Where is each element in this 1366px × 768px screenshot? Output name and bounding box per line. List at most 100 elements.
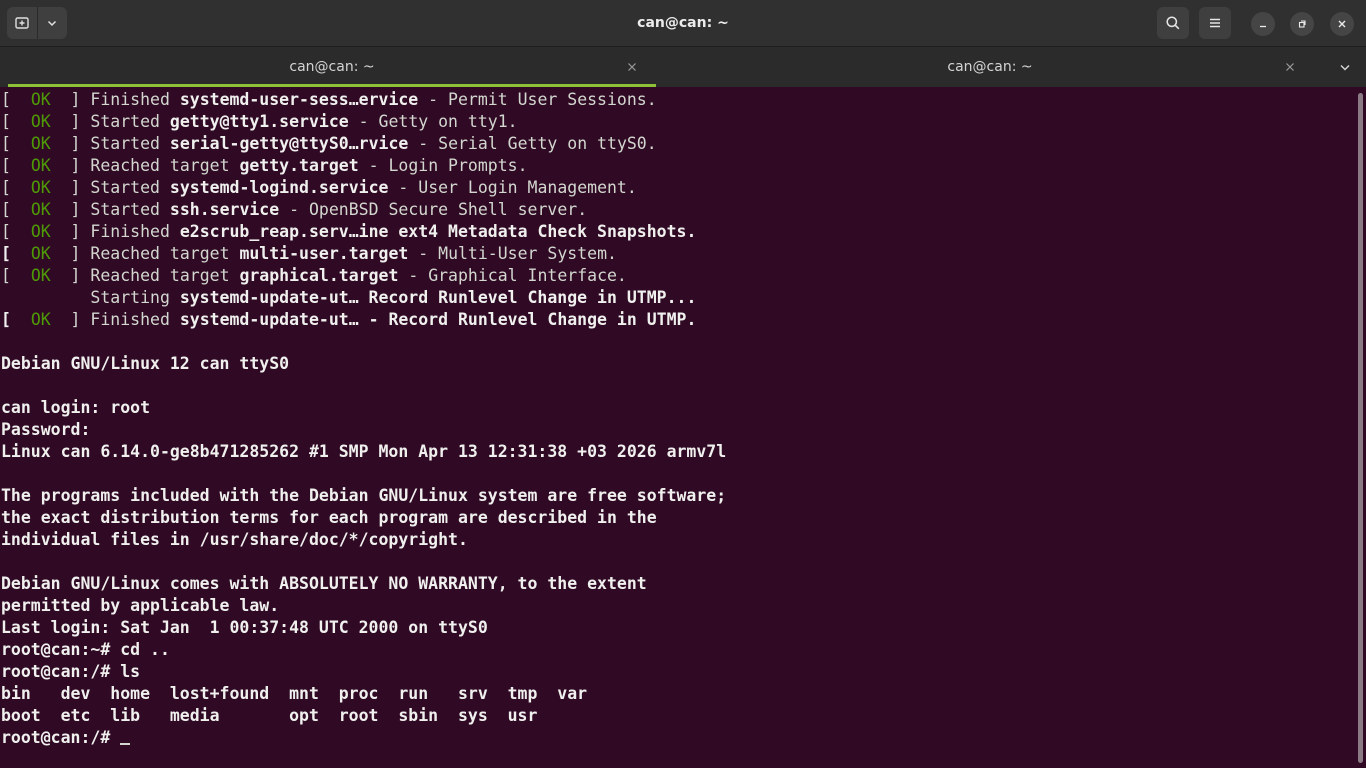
terminal-text-segment: ] Started bbox=[50, 178, 170, 197]
terminal-line: The programs included with the Debian GN… bbox=[1, 485, 1354, 507]
terminal-text-segment: root@can:~# cd .. bbox=[1, 640, 170, 659]
terminal-line: Linux can 6.14.0-ge8b471285262 #1 SMP Mo… bbox=[1, 441, 1354, 463]
status-ok-text: OK bbox=[30, 222, 51, 241]
tab-terminal-2[interactable]: can@can: ~ bbox=[666, 47, 1314, 87]
terminal-text-segment: systemd-logind.service bbox=[169, 178, 389, 197]
tabs-overview-button[interactable] bbox=[1334, 56, 1356, 78]
chevron-down-icon bbox=[48, 20, 57, 27]
terminal-text-segment: ] Reached target bbox=[50, 266, 240, 285]
status-ok-text: OK bbox=[30, 310, 51, 329]
chevron-down-icon bbox=[1340, 64, 1350, 71]
new-tab-button[interactable] bbox=[7, 7, 37, 39]
terminal-text-segment: [ bbox=[1, 222, 31, 241]
terminal-text-segment: root@can:/# ls bbox=[1, 662, 141, 681]
terminal-text-segment: the exact distribution terms for each pr… bbox=[1, 508, 657, 527]
terminal-line: Debian GNU/Linux 12 can ttyS0 bbox=[1, 353, 1354, 375]
terminal-output[interactable]: [ OK ] Finished systemd-user-sess…ervice… bbox=[0, 89, 1354, 768]
terminal-text-segment: individual files in /usr/share/doc/*/cop… bbox=[1, 530, 468, 549]
terminal-line: root@can:~# cd .. bbox=[1, 639, 1354, 661]
terminal-text-segment: e2scrub_reap.serv…ine ext4 Metadata Chec… bbox=[179, 222, 697, 241]
scrollbar-thumb[interactable] bbox=[1358, 93, 1363, 763]
terminal-text-segment: Linux can 6.14.0-ge8b471285262 #1 SMP Mo… bbox=[1, 442, 727, 461]
terminal-text-segment: multi-user.target bbox=[239, 244, 409, 263]
terminal-cursor bbox=[120, 743, 131, 745]
terminal-text-segment: [ bbox=[1, 90, 31, 109]
terminal-line: bin dev home lost+found mnt proc run srv… bbox=[1, 683, 1354, 705]
terminal-text-segment: Debian GNU/Linux comes with ABSOLUTELY N… bbox=[1, 574, 647, 593]
hamburger-menu-icon bbox=[1210, 18, 1220, 28]
terminal-text: [ OK ] Finished systemd-user-sess…ervice… bbox=[0, 89, 1354, 749]
status-ok-text: OK bbox=[30, 90, 51, 109]
terminal-text-segment: [ bbox=[1, 266, 31, 285]
tab-close-button[interactable] bbox=[622, 57, 642, 77]
terminal-text-segment: graphical.target bbox=[239, 266, 399, 285]
tab-terminal-1[interactable]: can@can: ~ bbox=[8, 47, 656, 87]
title-bar: can@can: ~ bbox=[0, 0, 1366, 47]
terminal-text-segment: - Multi-User System. bbox=[408, 244, 617, 263]
terminal-line: can login: root bbox=[1, 397, 1354, 419]
terminal-line: Password: bbox=[1, 419, 1354, 441]
terminal-line: [ OK ] Started getty@tty1.service - Gett… bbox=[1, 111, 1354, 133]
terminal-text-segment: - Login Prompts. bbox=[358, 156, 528, 175]
terminal-line: [ OK ] Started serial-getty@ttyS0…rvice … bbox=[1, 133, 1354, 155]
terminal-text-segment: systemd-user-sess…ervice bbox=[179, 90, 419, 109]
terminal-text-segment: ] Started bbox=[50, 200, 170, 219]
terminal-text-segment: [ bbox=[1, 156, 31, 175]
terminal-text-segment: ] Started bbox=[50, 112, 170, 131]
search-button[interactable] bbox=[1157, 7, 1189, 39]
terminal-text-segment: ] Finished bbox=[50, 90, 180, 109]
terminal-text-segment: can login: root bbox=[1, 398, 151, 417]
minimize-button[interactable] bbox=[1251, 12, 1275, 36]
terminal-text-segment: ssh.service bbox=[169, 200, 280, 219]
terminal-line: root@can:/# bbox=[1, 727, 1354, 749]
terminal-text-segment: - Permit User Sessions. bbox=[418, 90, 657, 109]
tab-close-button[interactable] bbox=[1280, 57, 1300, 77]
close-icon bbox=[628, 63, 636, 71]
terminal-text-segment: ] Started bbox=[50, 134, 170, 153]
terminal-text-segment: [ bbox=[1, 244, 11, 263]
status-ok-text: OK bbox=[30, 112, 51, 131]
new-tab-icon bbox=[15, 17, 29, 29]
terminal-line: [ OK ] Finished systemd-update-ut… - Rec… bbox=[1, 309, 1354, 331]
terminal-text-segment: systemd-update-ut… - Record Runlevel Cha… bbox=[179, 310, 697, 329]
close-window-button[interactable] bbox=[1330, 12, 1354, 36]
terminal-line: [ OK ] Started systemd-logind.service - … bbox=[1, 177, 1354, 199]
status-ok-text: OK bbox=[30, 178, 51, 197]
terminal-line: [ OK ] Reached target multi-user.target … bbox=[1, 243, 1354, 265]
menu-button[interactable] bbox=[1199, 7, 1231, 39]
terminal-text-segment: systemd-update-ut… Record Runlevel Chang… bbox=[179, 288, 697, 307]
tab-label: can@can: ~ bbox=[947, 59, 1033, 75]
terminal-line: [ OK ] Started ssh.service - OpenBSD Sec… bbox=[1, 199, 1354, 221]
terminal-text-segment: ] Finished bbox=[50, 310, 180, 329]
close-icon bbox=[1338, 20, 1346, 28]
status-ok-text: OK bbox=[30, 266, 51, 285]
terminal-line: [ OK ] Finished systemd-user-sess…ervice… bbox=[1, 89, 1354, 111]
terminal-text-segment: root@can:/# bbox=[1, 728, 121, 747]
terminal-text-segment: boot etc lib media opt root sbin sys usr bbox=[1, 706, 538, 725]
terminal-line: boot etc lib media opt root sbin sys usr bbox=[1, 705, 1354, 727]
terminal-line: Starting systemd-update-ut… Record Runle… bbox=[1, 287, 1354, 309]
maximize-icon bbox=[1298, 20, 1306, 28]
terminal-text-segment: - User Login Management. bbox=[388, 178, 637, 197]
terminal-text-segment: ] Finished bbox=[50, 222, 180, 241]
terminal-line: [ OK ] Reached target graphical.target -… bbox=[1, 265, 1354, 287]
terminal-line: [ OK ] Finished e2scrub_reap.serv…ine ex… bbox=[1, 221, 1354, 243]
status-ok-text: OK bbox=[30, 134, 51, 153]
terminal-line: permitted by applicable law. bbox=[1, 595, 1354, 617]
terminal-text-segment: getty@tty1.service bbox=[169, 112, 349, 131]
close-icon bbox=[1286, 63, 1294, 71]
terminal-text-segment: permitted by applicable law. bbox=[1, 596, 280, 615]
terminal-text-segment: [ bbox=[1, 112, 31, 131]
new-tab-options-button[interactable] bbox=[38, 7, 68, 39]
terminal-text-segment: - Serial Getty on ttyS0. bbox=[408, 134, 657, 153]
terminal-line: [ OK ] Reached target getty.target - Log… bbox=[1, 155, 1354, 177]
tab-bar: can@can: ~ can@can: ~ bbox=[0, 47, 1366, 87]
terminal-text-segment: Password: bbox=[1, 420, 91, 439]
terminal-text-segment: getty.target bbox=[239, 156, 359, 175]
terminal-line: root@can:/# ls bbox=[1, 661, 1354, 683]
search-icon bbox=[1166, 16, 1180, 30]
maximize-button[interactable] bbox=[1290, 12, 1314, 36]
